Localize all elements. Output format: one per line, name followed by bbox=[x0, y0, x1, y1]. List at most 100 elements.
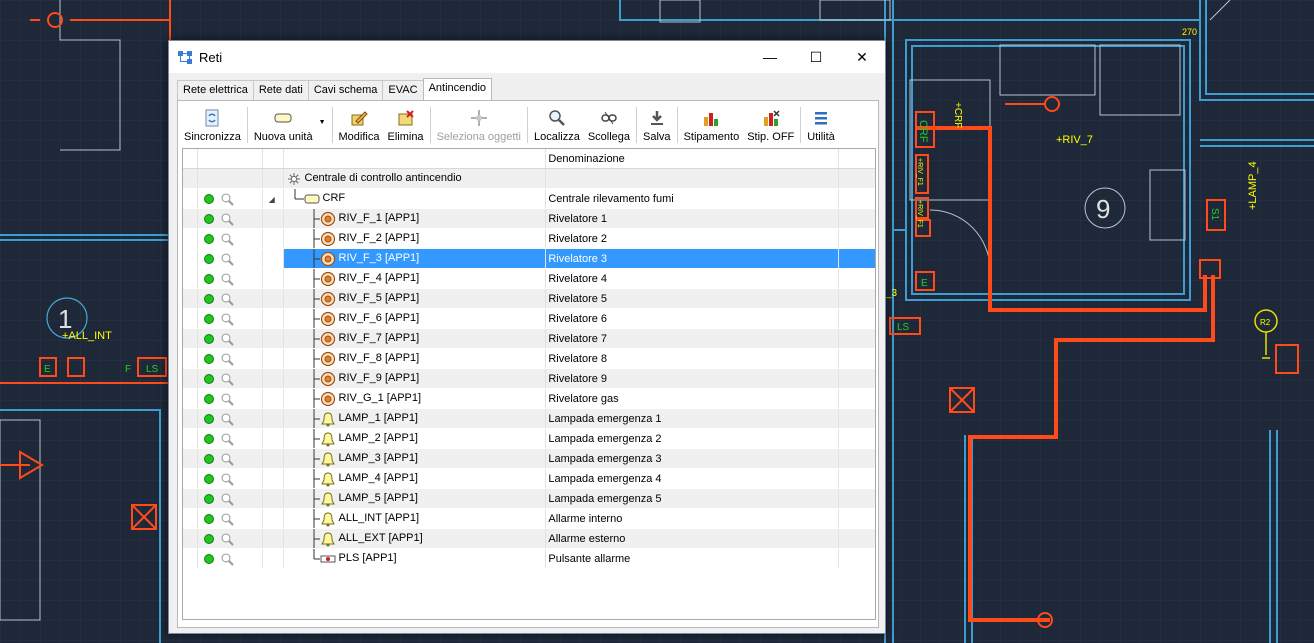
tab-evac[interactable]: EVAC bbox=[382, 80, 424, 100]
status-ok-icon bbox=[203, 213, 214, 224]
locate-icon[interactable] bbox=[220, 252, 234, 266]
collapse-arrow-icon[interactable]: ◢ bbox=[263, 195, 275, 204]
localizza-button[interactable]: Localizza bbox=[530, 105, 584, 145]
row-extra-cell bbox=[838, 208, 875, 229]
tab-cavi-schema[interactable]: Cavi schema bbox=[307, 80, 384, 100]
nuova-unita-dropdown[interactable]: ▼ bbox=[313, 105, 330, 145]
row-name-cell: RIV_F_9 [APP1] bbox=[283, 368, 547, 389]
locate-icon[interactable] bbox=[220, 452, 234, 466]
locate-icon[interactable] bbox=[220, 272, 234, 286]
modifica-button[interactable]: Modifica bbox=[335, 105, 384, 145]
cad-room-9: 9 bbox=[1096, 194, 1110, 224]
row-name: LAMP_1 [APP1] bbox=[338, 412, 419, 424]
table-row[interactable]: RIV_F_9 [APP1] Rivelatore 9 bbox=[183, 368, 875, 389]
network-table: Denominazione Centrale di controllo anti… bbox=[183, 149, 875, 569]
table-row[interactable]: RIV_F_4 [APP1] Rivelatore 4 bbox=[183, 268, 875, 289]
table-row[interactable]: LAMP_5 [APP1] Lampada emergenza 5 bbox=[183, 488, 875, 509]
row-status-cell bbox=[197, 228, 263, 249]
locate-icon[interactable] bbox=[220, 352, 234, 366]
toolbar-separator bbox=[246, 107, 248, 143]
row-status-cell bbox=[197, 368, 263, 389]
row-extra-cell bbox=[838, 448, 875, 469]
row-indicator bbox=[183, 488, 198, 509]
locate-icon[interactable] bbox=[220, 392, 234, 406]
row-name-cell: CRF bbox=[283, 188, 547, 209]
table-row[interactable]: LAMP_2 [APP1] Lampada emergenza 2 bbox=[183, 428, 875, 449]
row-expand-cell bbox=[262, 448, 284, 469]
table-row[interactable]: LAMP_3 [APP1] Lampada emergenza 3 bbox=[183, 448, 875, 469]
header-denominazione[interactable]: Denominazione bbox=[545, 149, 840, 169]
row-extra-cell bbox=[838, 468, 875, 489]
row-status-cell bbox=[197, 448, 263, 469]
detector-icon bbox=[320, 251, 335, 267]
row-indicator bbox=[183, 428, 198, 449]
table-row[interactable]: ▶ RIV_F_3 [APP1] Rivelatore 3 bbox=[183, 248, 875, 269]
table-row[interactable]: RIV_F_5 [APP1] Rivelatore 5 bbox=[183, 288, 875, 309]
table-row[interactable]: LAMP_1 [APP1] Lampada emergenza 1 bbox=[183, 408, 875, 429]
row-status-cell bbox=[197, 168, 263, 189]
table-row[interactable]: LAMP_4 [APP1] Lampada emergenza 4 bbox=[183, 468, 875, 489]
locate-icon[interactable] bbox=[220, 552, 234, 566]
toolbar-separator bbox=[676, 107, 678, 143]
row-name-cell: LAMP_3 [APP1] bbox=[283, 448, 547, 469]
minimize-button[interactable]: — bbox=[747, 41, 793, 73]
row-status-cell bbox=[197, 288, 263, 309]
row-denominazione: Lampada emergenza 1 bbox=[545, 408, 840, 429]
row-name: LAMP_4 [APP1] bbox=[338, 472, 419, 484]
tab-rete-dati[interactable]: Rete dati bbox=[252, 80, 309, 100]
maximize-button[interactable]: ☐ bbox=[793, 41, 839, 73]
locate-icon[interactable] bbox=[220, 372, 234, 386]
locate-icon[interactable] bbox=[220, 512, 234, 526]
locate-icon[interactable] bbox=[220, 212, 234, 226]
header-cell-name bbox=[283, 149, 547, 169]
scollega-button[interactable]: Scollega bbox=[584, 105, 634, 145]
stip-off-button[interactable]: Stip. OFF bbox=[743, 105, 798, 145]
utilita-button[interactable]: Utilità bbox=[803, 105, 839, 145]
locate-icon[interactable] bbox=[220, 472, 234, 486]
row-name: RIV_F_3 [APP1] bbox=[338, 252, 420, 264]
salva-button[interactable]: Salva bbox=[639, 105, 675, 145]
locate-icon[interactable] bbox=[220, 492, 234, 506]
locate-icon[interactable] bbox=[220, 332, 234, 346]
table-row[interactable]: ALL_INT [APP1] Allarme interno bbox=[183, 508, 875, 529]
stipamento-button[interactable]: Stipamento bbox=[680, 105, 744, 145]
table-row[interactable]: ◢ CRF Centrale rilevamento fumi bbox=[183, 188, 875, 209]
locate-icon[interactable] bbox=[220, 292, 234, 306]
close-button[interactable]: ✕ bbox=[839, 41, 885, 73]
status-ok-icon bbox=[203, 313, 214, 324]
row-status-cell bbox=[197, 548, 263, 569]
tab-rete-elettrica[interactable]: Rete elettrica bbox=[177, 80, 254, 100]
locate-icon[interactable] bbox=[220, 232, 234, 246]
row-extra-cell bbox=[838, 308, 875, 329]
seleziona-oggetti-button[interactable]: Seleziona oggetti bbox=[433, 105, 525, 145]
bell-icon bbox=[320, 532, 335, 547]
locate-icon[interactable] bbox=[220, 312, 234, 326]
locate-icon[interactable] bbox=[220, 192, 234, 206]
table-row[interactable]: ALL_EXT [APP1] Allarme esterno bbox=[183, 528, 875, 549]
grid-header-row: Denominazione bbox=[183, 149, 875, 169]
nuova-unita-button[interactable]: Nuova unità bbox=[250, 105, 313, 145]
table-row[interactable]: RIV_F_7 [APP1] Rivelatore 7 bbox=[183, 328, 875, 349]
row-indicator bbox=[183, 408, 198, 429]
network-grid[interactable]: Denominazione Centrale di controllo anti… bbox=[182, 148, 876, 620]
unit-icon bbox=[274, 113, 292, 123]
sincronizza-button[interactable]: Sincronizza bbox=[180, 105, 245, 145]
locate-icon[interactable] bbox=[220, 432, 234, 446]
table-row[interactable]: RIV_F_2 [APP1] Rivelatore 2 bbox=[183, 228, 875, 249]
network-app-icon bbox=[178, 51, 192, 64]
row-denominazione: Lampada emergenza 3 bbox=[545, 448, 840, 469]
search-icon bbox=[549, 110, 565, 126]
table-row[interactable]: Centrale di controllo antincendio bbox=[183, 168, 875, 189]
title-bar[interactable]: Reti — ☐ ✕ bbox=[169, 41, 885, 73]
elimina-button[interactable]: Elimina bbox=[383, 105, 427, 145]
locate-icon[interactable] bbox=[220, 412, 234, 426]
table-row[interactable]: RIV_G_1 [APP1] Rivelatore gas bbox=[183, 388, 875, 409]
table-row[interactable]: RIV_F_8 [APP1] Rivelatore 8 bbox=[183, 348, 875, 369]
tab-antincendio[interactable]: Antincendio bbox=[422, 78, 493, 101]
row-name: RIV_F_7 [APP1] bbox=[338, 332, 420, 344]
table-row[interactable]: PLS [APP1] Pulsante allarme bbox=[183, 548, 875, 569]
select-icon bbox=[470, 110, 487, 126]
locate-icon[interactable] bbox=[220, 532, 234, 546]
table-row[interactable]: RIV_F_6 [APP1] Rivelatore 6 bbox=[183, 308, 875, 329]
table-row[interactable]: RIV_F_1 [APP1] Rivelatore 1 bbox=[183, 208, 875, 229]
